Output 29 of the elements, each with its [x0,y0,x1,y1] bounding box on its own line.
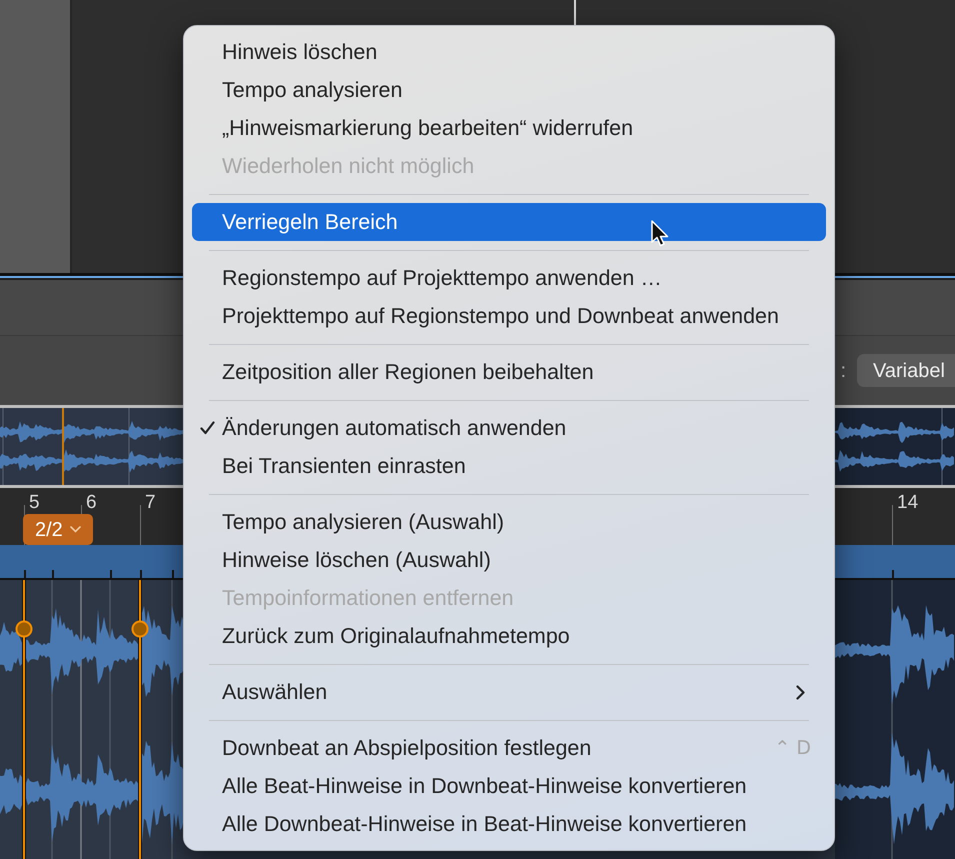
bar-number: 6 [86,491,97,515]
menu-item[interactable]: Auswählen [192,673,826,711]
keyboard-shortcut: ⌃ D [774,736,811,761]
bar-number: 7 [145,491,156,515]
tempo-mode-label: : [840,358,846,384]
time-signature-button[interactable]: 2/2 [23,514,93,545]
menu-item[interactable]: „Hinweismarkierung bearbeiten“ widerrufen [192,109,826,147]
menu-item[interactable]: Tempo analysieren (Auswahl) [192,503,826,541]
chevron-right-icon [796,684,805,700]
menu-item[interactable]: Bei Transienten einrasten [192,447,826,485]
menu-item[interactable]: Projekttempo auf Regionstempo und Downbeat anwenden [192,297,826,335]
beat-marker[interactable] [16,580,32,859]
beat-marker[interactable] [132,580,148,859]
menu-item[interactable]: Zurück zum Originalaufnahmetempo [192,617,826,655]
mouse-pointer-icon [651,220,670,247]
menu-item[interactable]: Alle Beat-Hinweise in Downbeat-Hinweise konvertieren [192,767,826,805]
menu-item[interactable]: Hinweis löschen [192,33,826,71]
menu-item[interactable]: Downbeat an Abspielposition festlegen ⌃ D [192,729,826,767]
menu-item[interactable]: Änderungen automatisch anwenden [192,409,826,447]
menu-item[interactable]: Hinweise löschen (Auswahl) [192,541,826,579]
menu-item[interactable]: Zeitposition aller Regionen beibehalten [192,353,826,391]
chevron-down-icon [70,526,81,533]
tempo-mode-button[interactable]: Variabel [857,354,955,387]
menu-item[interactable]: Alle Downbeat-Hinweise in Beat-Hinweise konvertieren [192,805,826,843]
bar-number: 14 [897,491,918,515]
bar-number: 5 [29,491,40,515]
menu-item[interactable]: Tempo analysieren [192,71,826,109]
menu-item[interactable]: Regionstempo auf Projekttempo anwenden … [192,259,826,297]
menu-item[interactable]: Verriegeln Bereich [192,203,826,241]
